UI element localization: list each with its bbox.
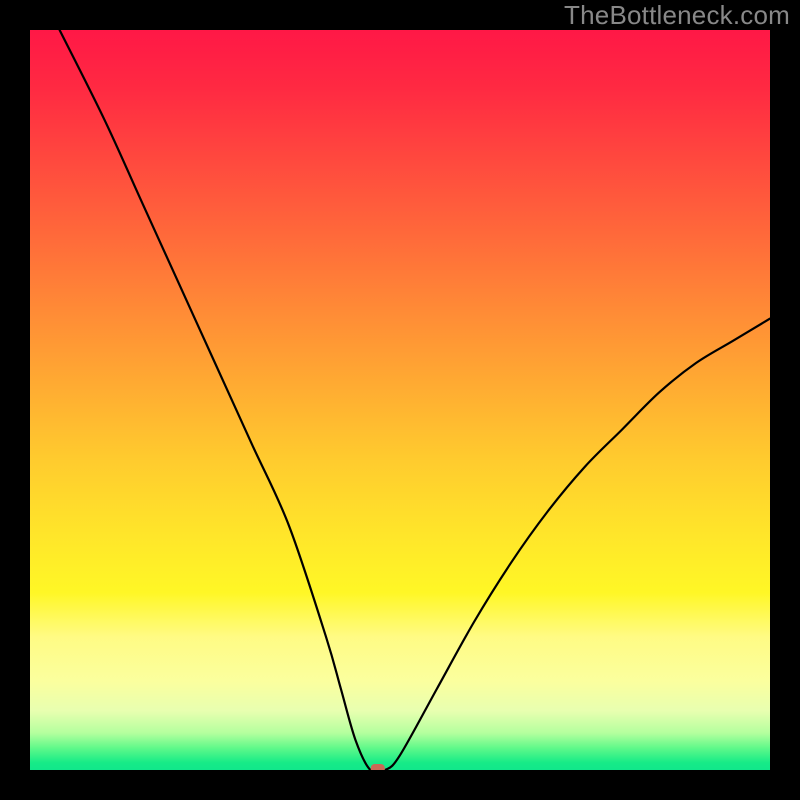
bottleneck-curve — [60, 30, 770, 770]
chart-frame: TheBottleneck.com — [0, 0, 800, 800]
plot-area — [30, 30, 770, 770]
chart-svg — [30, 30, 770, 770]
watermark-text: TheBottleneck.com — [564, 0, 790, 31]
current-config-marker — [371, 764, 385, 770]
